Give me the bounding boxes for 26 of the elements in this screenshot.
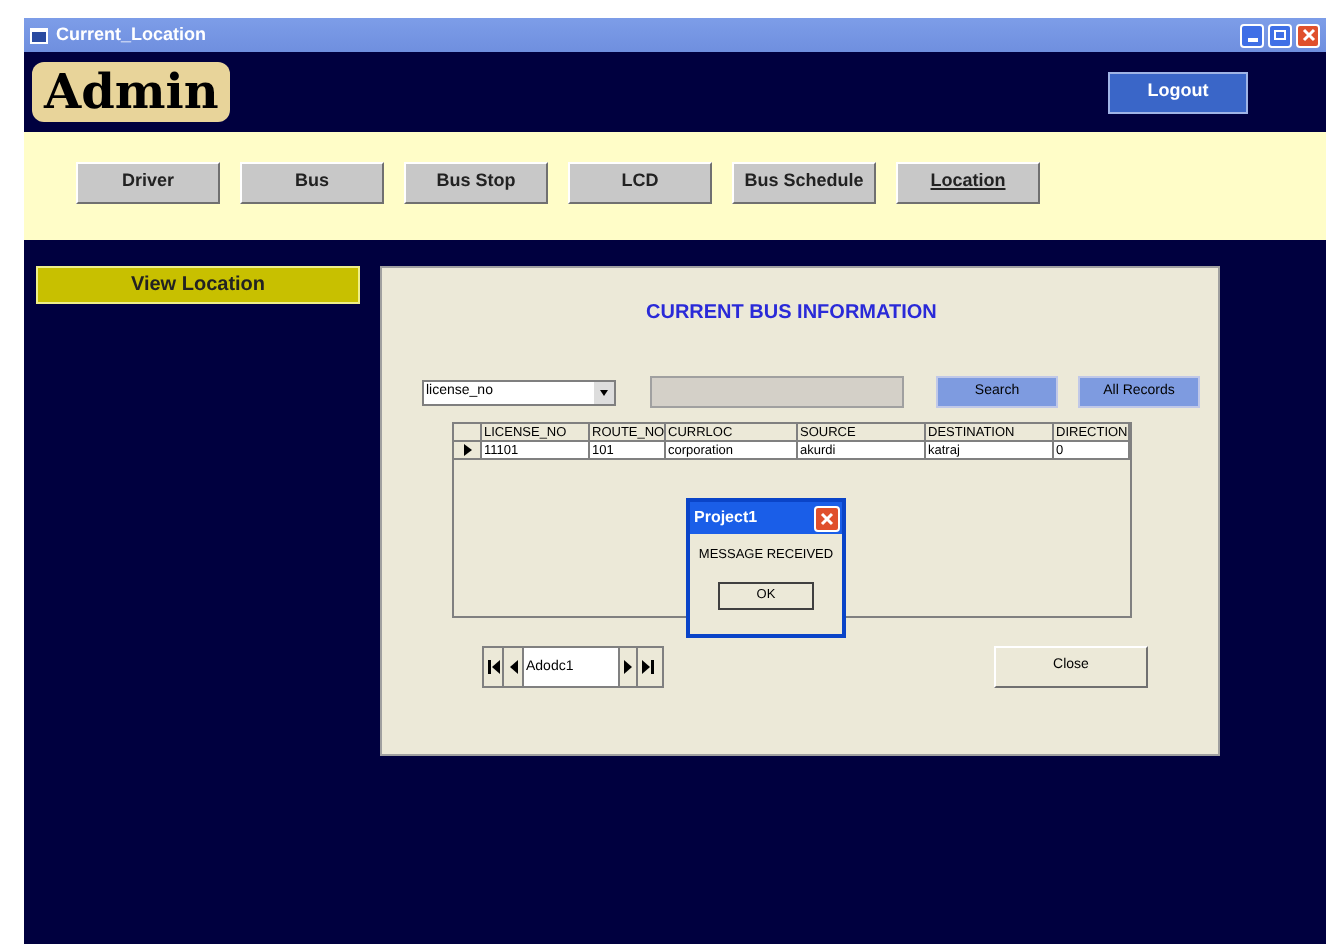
sidebar-item[interactable]: View Location: [36, 266, 360, 304]
first-record-icon: [487, 660, 499, 674]
search-field[interactable]: [650, 376, 904, 408]
close-button[interactable]: [1296, 23, 1320, 47]
window-icon: [30, 27, 48, 43]
next-record-button[interactable]: [618, 648, 638, 686]
nav-button[interactable]: Bus: [240, 161, 384, 203]
nav-button[interactable]: LCD: [568, 161, 712, 203]
admin-logo: Admin: [32, 62, 231, 122]
previous-record-icon: [509, 660, 517, 674]
nav-button[interactable]: Bus Stop: [404, 161, 548, 203]
first-record-button[interactable]: [484, 648, 504, 686]
minimize-button[interactable]: [1240, 23, 1264, 47]
nav-button[interactable]: Location: [896, 161, 1040, 203]
nav-button[interactable]: Driver: [76, 161, 220, 203]
close-icon: [820, 511, 834, 525]
nav-button[interactable]: Bus Schedule: [732, 161, 876, 203]
restore-button[interactable]: [1268, 23, 1292, 47]
panel-title: CURRENT BUS INFORMATION: [646, 300, 939, 328]
last-record-icon: [642, 660, 654, 674]
window-title: Current_Location: [56, 21, 207, 48]
next-record-icon: [624, 660, 632, 674]
close-icon: [1301, 28, 1315, 42]
dialog-close-button[interactable]: [814, 505, 840, 531]
logout-button[interactable]: Logout: [1108, 71, 1248, 113]
dialog-title: Project1: [694, 506, 758, 530]
